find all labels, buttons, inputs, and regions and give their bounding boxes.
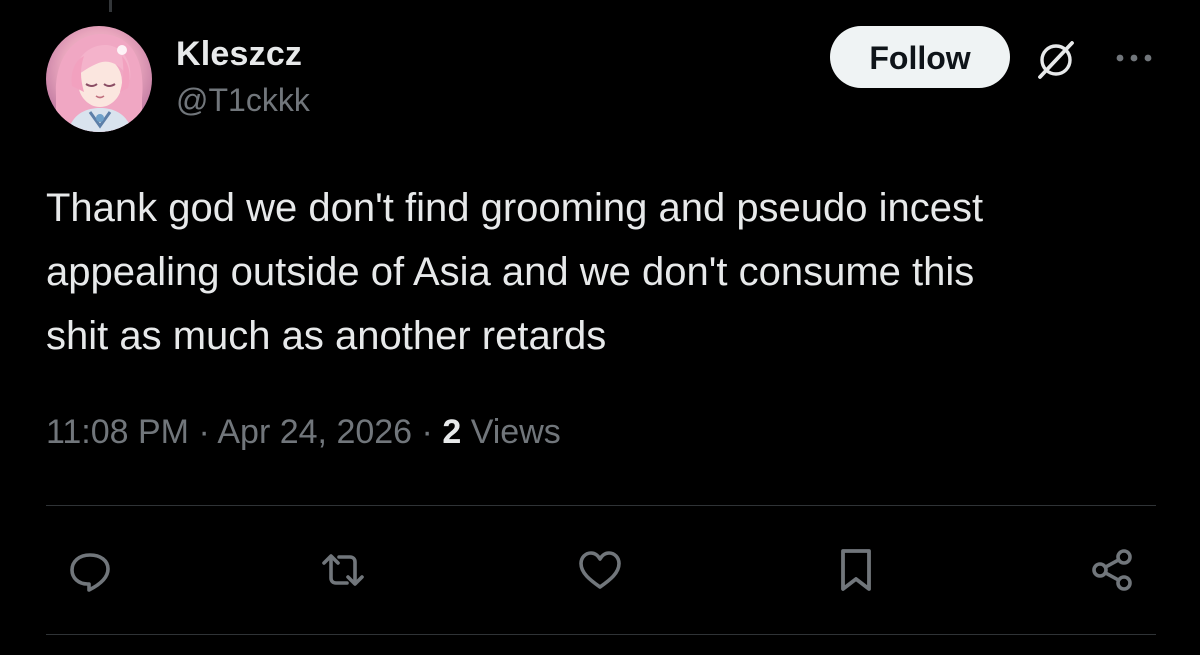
divider	[46, 505, 1156, 506]
author-handle[interactable]: @T1ckkk	[176, 80, 310, 120]
share-button[interactable]	[1082, 540, 1142, 600]
tweet-time[interactable]: 11:08 PM	[46, 413, 189, 451]
divider	[46, 634, 1156, 635]
like-button[interactable]	[570, 540, 630, 600]
tweet-date[interactable]: Apr 24, 2026	[217, 413, 412, 451]
reply-icon	[70, 553, 110, 592]
like-icon	[579, 551, 621, 589]
views-count[interactable]: 2	[442, 413, 461, 451]
retweet-button[interactable]	[313, 540, 373, 600]
avatar-image	[55, 34, 143, 132]
tweet-header: Kleszcz @T1ckkk Follow	[46, 26, 1156, 134]
author-display-name[interactable]: Kleszcz	[176, 34, 310, 74]
more-icon[interactable]	[1112, 46, 1156, 70]
thread-connector-line	[109, 0, 112, 12]
avatar[interactable]	[46, 26, 152, 132]
author-names: Kleszcz @T1ckkk	[176, 34, 310, 120]
meta-separator: ·	[198, 413, 210, 451]
bookmark-icon	[841, 549, 871, 591]
reply-button[interactable]	[60, 540, 120, 600]
tweet-metadata: 11:08 PM · Apr 24, 2026 · 2 Views	[46, 410, 561, 454]
grok-icon[interactable]	[1034, 38, 1078, 82]
meta-separator: ·	[421, 413, 433, 451]
follow-button[interactable]: Follow	[830, 26, 1010, 88]
tweet-text: Thank god we don't find grooming and pse…	[46, 186, 984, 358]
bookmark-button[interactable]	[826, 540, 886, 600]
retweet-icon	[322, 554, 364, 586]
share-icon	[1092, 549, 1132, 591]
views-label[interactable]: Views	[471, 413, 561, 451]
action-bar	[0, 540, 1200, 600]
